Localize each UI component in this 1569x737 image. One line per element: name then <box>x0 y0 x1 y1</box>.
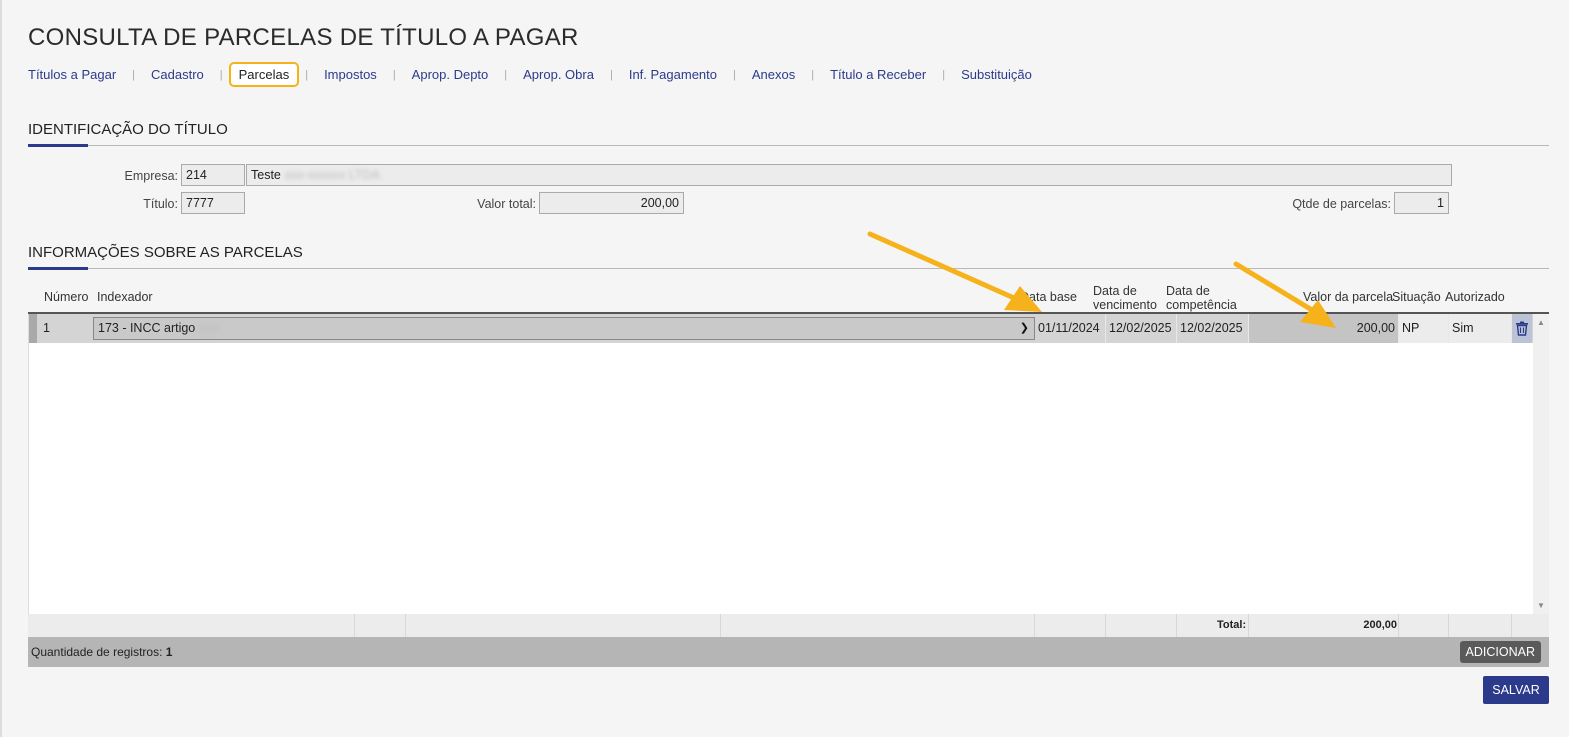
delete-row-button[interactable] <box>1512 314 1532 343</box>
col-header-valor-parcela[interactable]: Valor da parcela <box>1303 290 1393 304</box>
column-divider <box>1034 614 1035 637</box>
column-divider <box>720 614 721 637</box>
cell-data-competencia[interactable]: 12/02/2025 <box>1177 314 1249 343</box>
tab-bar: Títulos a Pagar | Cadastro | Parcelas | … <box>28 62 1032 87</box>
tab-separator: | <box>504 68 508 81</box>
section-title-identificacao: IDENTIFICAÇÃO DO TÍTULO <box>28 121 228 138</box>
col-header-autorizado[interactable]: Autorizado <box>1445 290 1505 304</box>
scroll-up-icon[interactable]: ▲ <box>1537 318 1545 327</box>
section-title-parcelas: INFORMAÇÕES SOBRE AS PARCELAS <box>28 244 303 261</box>
empresa-name-blurred: xxx-xxxxxx LTDA <box>284 168 380 182</box>
tab-separator: | <box>811 68 815 81</box>
trash-icon <box>1516 321 1528 336</box>
cell-data-base[interactable]: 01/11/2024 <box>1035 314 1106 343</box>
section-divider <box>28 267 1549 270</box>
column-divider <box>1248 614 1249 637</box>
tab-separator: | <box>609 68 613 81</box>
empresa-label: Empresa: <box>124 169 179 183</box>
record-count-value: 1 <box>165 645 173 659</box>
titulo-field[interactable]: 7777 <box>181 192 245 214</box>
column-divider <box>405 614 406 637</box>
scroll-down-icon[interactable]: ▼ <box>1537 601 1545 610</box>
grid-header: Número Indexador Data base Data de vencim… <box>28 282 1549 314</box>
col-header-data-competencia-line1: Data de <box>1166 284 1210 298</box>
total-value: 200,00 <box>1363 619 1397 631</box>
empresa-code-field[interactable]: 214 <box>181 164 245 186</box>
tab-aprop-depto[interactable]: Aprop. Depto <box>412 63 489 86</box>
grid-scrollbar[interactable]: ▲ ▼ <box>1533 314 1549 614</box>
tab-impostos[interactable]: Impostos <box>324 63 377 86</box>
indexador-selected-value: 173 - INCC artigo <box>98 321 196 335</box>
tab-separator: | <box>219 68 223 81</box>
page-title: CONSULTA DE PARCELAS DE TÍTULO A PAGAR <box>28 24 579 51</box>
qtde-parcelas-field[interactable]: 1 <box>1394 192 1449 214</box>
col-header-data-base[interactable]: Data base <box>1020 290 1077 304</box>
tab-parcelas[interactable]: Parcelas <box>228 62 300 87</box>
column-divider <box>1176 614 1177 637</box>
save-button[interactable]: SALVAR <box>1483 676 1549 704</box>
tab-separator: | <box>392 68 396 81</box>
tab-separator: | <box>305 68 309 81</box>
record-count-label: Quantidade de registros: <box>31 645 163 659</box>
total-row: Total: 200,00 <box>28 614 1549 637</box>
empresa-name-field[interactable]: Teste xxx-xxxxxx LTDA <box>246 164 1452 186</box>
column-divider <box>1105 614 1106 637</box>
tab-separator: | <box>942 68 946 81</box>
tab-separator: | <box>733 68 736 81</box>
cell-valor-parcela[interactable]: 200,00 <box>1249 314 1399 343</box>
col-header-data-competencia-line2: competência <box>1166 298 1237 312</box>
cell-situacao: NP <box>1399 314 1449 343</box>
col-header-situacao[interactable]: Situação <box>1392 290 1441 304</box>
tab-aprop-obra[interactable]: Aprop. Obra <box>523 63 594 86</box>
chevron-down-icon: ❯ <box>1019 322 1029 334</box>
col-header-data-vencimento-line2: vencimento <box>1093 298 1157 312</box>
tab-substituicao[interactable]: Substituição <box>961 63 1032 86</box>
valor-total-field[interactable]: 200,00 <box>539 192 684 214</box>
qtde-parcelas-label: Qtde de parcelas: <box>1292 197 1391 211</box>
column-divider <box>1511 614 1512 637</box>
valor-total-label: Valor total: <box>477 197 536 211</box>
indexador-blurred: xxx <box>199 321 219 335</box>
record-count: Quantidade de registros: 1 <box>31 645 172 659</box>
cell-data-vencimento[interactable]: 12/02/2025 <box>1106 314 1177 343</box>
column-divider <box>354 614 355 637</box>
col-header-data-vencimento-line1: Data de <box>1093 284 1137 298</box>
row-selector[interactable] <box>29 314 37 343</box>
col-header-indexador[interactable]: Indexador <box>97 290 153 304</box>
parcelas-grid: 1 173 - INCC artigo xxx ❯ 01/11/2024 12/0… <box>28 314 1534 614</box>
column-divider <box>1448 614 1449 637</box>
cell-autorizado: Sim <box>1449 314 1512 343</box>
cell-numero: 1 <box>43 321 50 335</box>
tab-anexos[interactable]: Anexos <box>752 63 795 86</box>
col-header-numero[interactable]: Número <box>44 290 88 304</box>
column-divider <box>1398 614 1399 637</box>
add-button[interactable]: ADICIONAR <box>1459 641 1541 663</box>
total-label: Total: <box>1217 619 1247 631</box>
tab-separator: | <box>132 68 136 81</box>
tab-cadastro[interactable]: Cadastro <box>151 63 204 86</box>
titulo-label: Título: <box>143 197 178 211</box>
tab-titulo-a-receber[interactable]: Título a Receber <box>830 63 926 86</box>
tab-titulos-a-pagar[interactable]: Títulos a Pagar <box>28 63 116 86</box>
col-header-data-competencia[interactable]: Data de competência <box>1166 284 1237 312</box>
tab-inf-pagamento[interactable]: Inf. Pagamento <box>629 63 717 86</box>
indexador-select[interactable]: 173 - INCC artigo xxx ❯ <box>93 317 1035 340</box>
grid-footer: Quantidade de registros: 1 ADICIONAR <box>28 637 1549 667</box>
section-divider <box>28 144 1549 147</box>
empresa-name: Teste <box>251 168 281 182</box>
col-header-data-vencimento[interactable]: Data de vencimento <box>1093 284 1157 312</box>
table-row[interactable]: 1 173 - INCC artigo xxx ❯ 01/11/2024 12/0… <box>29 314 1534 343</box>
